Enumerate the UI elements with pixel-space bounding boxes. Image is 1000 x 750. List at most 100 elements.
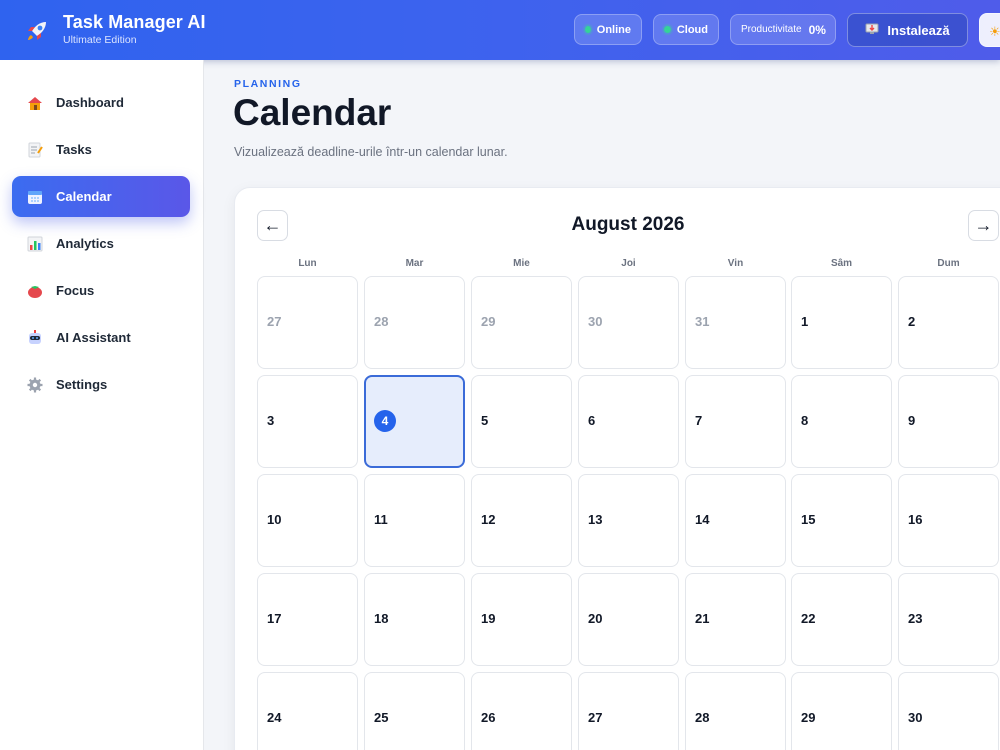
productivity-value: 0% bbox=[808, 22, 826, 37]
sidebar-item-ai-assistant[interactable]: AI Assistant bbox=[12, 317, 190, 358]
day-number: 6 bbox=[588, 413, 596, 428]
weekday-label: Mie bbox=[513, 258, 530, 269]
app-title: Task Manager AI bbox=[63, 12, 206, 32]
day-number: 13 bbox=[588, 512, 603, 527]
calendar-day[interactable]: 27 bbox=[578, 672, 679, 750]
calendar-day[interactable]: 31 bbox=[685, 276, 786, 369]
calendar-day[interactable]: 19 bbox=[471, 573, 572, 666]
gear-icon bbox=[27, 377, 43, 392]
sidebar-item-label: Dashboard bbox=[56, 95, 124, 110]
calendar-day[interactable]: 24 bbox=[257, 672, 358, 750]
calendar-day[interactable]: 23 bbox=[898, 573, 999, 666]
calendar-day[interactable]: 11 bbox=[364, 474, 465, 567]
day-number: 10 bbox=[267, 512, 282, 527]
day-number: 25 bbox=[374, 710, 389, 725]
sidebar-item-settings[interactable]: Settings bbox=[12, 364, 190, 405]
calendar-day[interactable]: 9 bbox=[898, 375, 999, 468]
bar-chart-icon bbox=[27, 236, 43, 251]
day-number: 29 bbox=[481, 314, 496, 329]
weekday-label: Sâm bbox=[830, 258, 853, 269]
calendar-day[interactable]: 8 bbox=[791, 375, 892, 468]
day-number: 12 bbox=[481, 512, 496, 527]
sidebar-item-calendar[interactable]: Calendar bbox=[12, 176, 190, 217]
calendar-day[interactable]: 28 bbox=[364, 276, 465, 369]
calendar-day[interactable]: 30 bbox=[898, 672, 999, 750]
house-icon bbox=[28, 96, 42, 110]
cloud-status-badge: Cloud bbox=[653, 14, 719, 45]
day-number: 7 bbox=[695, 413, 703, 428]
install-button[interactable]: Instalează bbox=[847, 13, 968, 47]
online-label: Online bbox=[596, 23, 631, 36]
sidebar-item-label: Settings bbox=[56, 377, 108, 392]
calendar-day[interactable]: 5 bbox=[471, 375, 572, 468]
calendar-day[interactable]: 30 bbox=[578, 276, 679, 369]
weekday-label: Joi bbox=[621, 258, 636, 269]
page-title: Calendar bbox=[233, 92, 392, 133]
sidebar-item-analytics[interactable]: Analytics bbox=[12, 223, 190, 264]
sidebar-item-label: Tasks bbox=[56, 142, 92, 157]
calendar-day[interactable]: 10 bbox=[257, 474, 358, 567]
memo-icon bbox=[28, 142, 43, 157]
calendar-day[interactable]: 7 bbox=[685, 375, 786, 468]
robot-icon bbox=[29, 329, 41, 344]
day-number: 27 bbox=[588, 710, 603, 725]
day-number: 15 bbox=[801, 512, 816, 527]
calendar-day[interactable]: 28 bbox=[685, 672, 786, 750]
calendar-day[interactable]: 6 bbox=[578, 375, 679, 468]
sidebar-item-dashboard[interactable]: Dashboard bbox=[12, 82, 190, 123]
calendar-day[interactable]: 12 bbox=[471, 474, 572, 567]
calendar-day[interactable]: 27 bbox=[257, 276, 358, 369]
calendar-day[interactable]: 16 bbox=[898, 474, 999, 567]
day-number: 31 bbox=[695, 314, 710, 329]
day-number: 2 bbox=[908, 314, 916, 329]
calendar-day-today[interactable]: 4 bbox=[364, 375, 465, 468]
day-number: 19 bbox=[481, 611, 496, 626]
calendar-day[interactable]: 22 bbox=[791, 573, 892, 666]
sidebar-item-label: Calendar bbox=[56, 189, 112, 204]
calendar-day[interactable]: 29 bbox=[791, 672, 892, 750]
theme-toggle-button[interactable]: ☀ bbox=[979, 13, 1000, 47]
day-number: 29 bbox=[801, 710, 816, 725]
day-number: 23 bbox=[908, 611, 923, 626]
calendar-day[interactable]: 20 bbox=[578, 573, 679, 666]
calendar-day[interactable]: 21 bbox=[685, 573, 786, 666]
calendar-day[interactable]: 15 bbox=[791, 474, 892, 567]
calendar-day[interactable]: 3 bbox=[257, 375, 358, 468]
rocket-icon bbox=[28, 22, 46, 40]
day-number: 30 bbox=[588, 314, 603, 329]
day-number: 20 bbox=[588, 611, 603, 626]
weekday-label: Mar bbox=[405, 258, 424, 269]
calendar-day[interactable]: 1 bbox=[791, 276, 892, 369]
day-number: 1 bbox=[801, 314, 809, 329]
day-number: 11 bbox=[374, 512, 388, 527]
section-eyebrow: PLANNING bbox=[234, 78, 302, 90]
day-number: 28 bbox=[695, 710, 710, 725]
sidebar-item-label: Focus bbox=[56, 283, 95, 298]
calendar-day[interactable]: 2 bbox=[898, 276, 999, 369]
day-number: 16 bbox=[908, 512, 923, 527]
day-number: 4 bbox=[374, 410, 396, 432]
calendar-day[interactable]: 25 bbox=[364, 672, 465, 750]
day-number: 30 bbox=[908, 710, 923, 725]
calendar-day[interactable]: 14 bbox=[685, 474, 786, 567]
sidebar-item-label: AI Assistant bbox=[56, 330, 131, 345]
calendar-day[interactable]: 18 bbox=[364, 573, 465, 666]
sidebar: Dashboard Tasks Calendar Analytics Focus… bbox=[0, 60, 204, 750]
weekday-label: Lun bbox=[298, 258, 317, 269]
next-month-button[interactable]: → bbox=[968, 210, 999, 241]
day-number: 9 bbox=[908, 413, 916, 428]
page-subtitle: Vizualizează deadline-urile într-un cale… bbox=[234, 145, 508, 159]
calendar-day[interactable]: 13 bbox=[578, 474, 679, 567]
sidebar-item-focus[interactable]: Focus bbox=[12, 270, 190, 311]
online-status-badge: Online bbox=[574, 14, 642, 45]
day-number: 22 bbox=[801, 611, 816, 626]
weekday-label: Dum bbox=[937, 258, 960, 269]
calendar-day[interactable]: 17 bbox=[257, 573, 358, 666]
productivity-label: Productivitate bbox=[741, 24, 802, 35]
sidebar-item-tasks[interactable]: Tasks bbox=[12, 129, 190, 170]
tomato-icon bbox=[28, 285, 42, 298]
previous-month-button[interactable]: ← bbox=[257, 210, 288, 241]
calendar-day[interactable]: 26 bbox=[471, 672, 572, 750]
calendar-day[interactable]: 29 bbox=[471, 276, 572, 369]
day-number: 21 bbox=[695, 611, 710, 626]
